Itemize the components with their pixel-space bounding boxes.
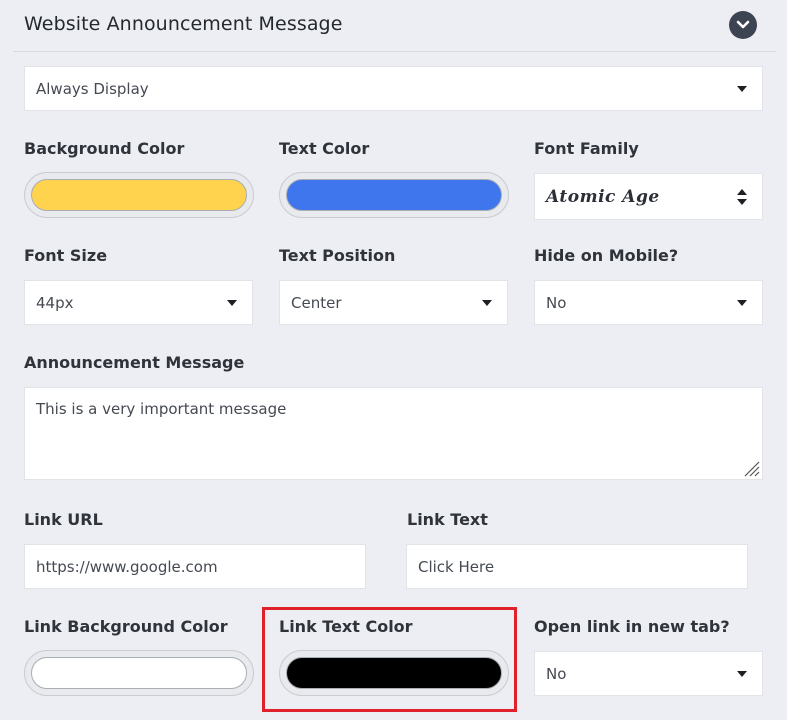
display-mode-value: Always Display (36, 79, 149, 98)
announcement-message-label: Announcement Message (24, 353, 245, 372)
font-size-select[interactable]: 44px (24, 280, 253, 325)
font-size-value: 44px (36, 293, 74, 312)
background-color-label: Background Color (24, 139, 185, 158)
background-color-swatch (31, 179, 247, 211)
collapse-button[interactable] (729, 11, 757, 39)
announcement-message-value: This is a very important message (36, 400, 287, 418)
text-position-value: Center (291, 293, 342, 312)
announcement-message-textarea[interactable]: This is a very important message (24, 387, 763, 480)
open-link-new-tab-select[interactable]: No (534, 651, 763, 696)
link-url-label: Link URL (24, 510, 103, 529)
open-link-new-tab-value: No (546, 664, 567, 683)
dropdown-caret-icon (737, 299, 747, 306)
sort-arrows-icon (737, 188, 747, 205)
dropdown-caret-icon (482, 299, 492, 306)
open-link-new-tab-label: Open link in new tab? (534, 617, 730, 636)
link-text-label: Link Text (407, 510, 488, 529)
display-mode-select[interactable]: Always Display (24, 66, 763, 111)
link-text-color-swatch (286, 657, 502, 689)
link-url-input[interactable]: https://www.google.com (24, 544, 366, 589)
text-color-picker[interactable] (279, 172, 509, 218)
dropdown-caret-icon (737, 85, 747, 92)
dropdown-caret-icon (737, 670, 747, 677)
hide-on-mobile-select[interactable]: No (534, 280, 763, 325)
section-title: Website Announcement Message (24, 13, 343, 35)
link-text-color-label: Link Text Color (279, 617, 413, 636)
dropdown-caret-icon (227, 299, 237, 306)
text-position-label: Text Position (279, 246, 396, 265)
text-position-select[interactable]: Center (279, 280, 508, 325)
font-family-value: Atomic Age (546, 186, 660, 207)
link-background-color-swatch (31, 657, 247, 689)
background-color-picker[interactable] (24, 172, 254, 218)
resize-grip-icon[interactable] (742, 459, 760, 477)
section-header: Website Announcement Message (13, 0, 776, 52)
link-background-color-label: Link Background Color (24, 617, 228, 636)
link-text-input[interactable]: Click Here (406, 544, 748, 589)
text-color-label: Text Color (279, 139, 370, 158)
chevron-down-icon (736, 20, 750, 29)
font-size-label: Font Size (24, 246, 108, 265)
font-family-select[interactable]: Atomic Age (534, 173, 763, 220)
link-background-color-picker[interactable] (24, 650, 254, 696)
hide-on-mobile-value: No (546, 293, 567, 312)
text-color-swatch (286, 179, 502, 211)
link-text-value: Click Here (418, 557, 495, 576)
link-text-color-picker[interactable] (279, 650, 509, 696)
link-url-value: https://www.google.com (36, 557, 218, 576)
hide-on-mobile-label: Hide on Mobile? (534, 246, 679, 265)
font-family-label: Font Family (534, 139, 639, 158)
